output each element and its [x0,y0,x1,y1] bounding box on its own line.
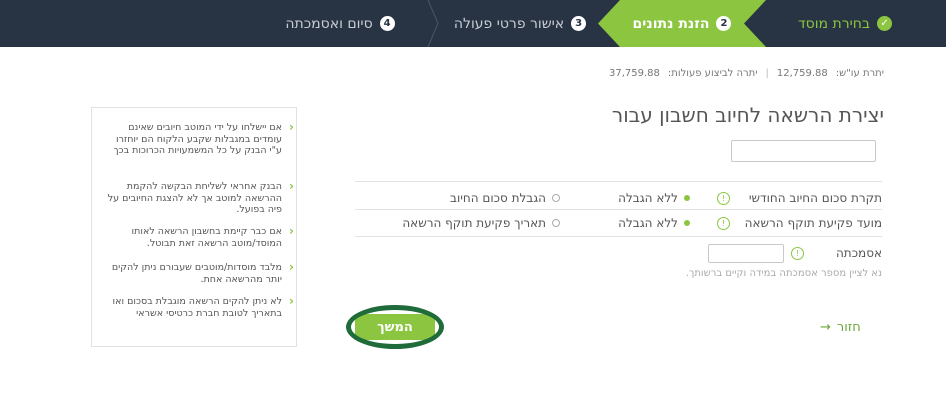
tip-item: ‹ מלבד מוסדות/מוטבים שעבורם ניתן להקים י… [106,261,294,285]
chevron-left-icon: ‹ [289,260,294,274]
radio-unselected-icon [552,194,560,202]
expiry-date-option[interactable]: תאריך פקיעת תוקף הרשאה [402,216,560,230]
reference-hint: נא לציין מספר אסמכתה במידה וקיים ברשותך. [685,268,882,279]
balance-label: יתרת עו"ש: [835,68,884,79]
reference-input[interactable] [708,244,784,263]
limit-amount-option[interactable]: הגבלת סכום החיוב [450,191,560,205]
chevron-left-icon: ‹ [289,120,294,134]
balances-line: יתרת עו"ש: 12,759.88 | יתרה לביצוע פעולו… [609,68,884,79]
info-icon[interactable]: ! [717,217,730,230]
divider [355,209,882,210]
tip-text: הבנק אחראי לשליחת הבקשה להקמת ההרשאה למו… [107,181,282,215]
balance-value: 12,759.88 [776,68,828,79]
available-value: 37,759.88 [609,68,660,79]
reference-label: אסמכתה [835,246,882,260]
divider [355,236,882,237]
tip-item: ‹ לא ניתן להקים הרשאה מוגבלת בסכום ואו ב… [106,295,294,319]
step-4-label: סיום ואסמכתה [285,15,373,32]
step-4-number: 4 [379,16,395,31]
info-icon[interactable]: ! [717,192,730,205]
separator: | [765,68,769,79]
radio-unselected-icon [552,219,560,227]
chevron-left-icon: ‹ [289,179,294,193]
no-expiry-option[interactable]: ללא הגבלה [618,216,690,230]
tip-text: אם כבר קיימת בחשבון הרשאה לאותו המוסד/מו… [131,226,282,249]
info-panel: ‹ אם יישלחו על ידי המוטב חיובים שאינם עו… [91,107,297,347]
step-4: 4 סיום ואסמכתה [255,0,425,47]
tip-text: לא ניתן להקים הרשאה מוגבלת בסכום ואו בתא… [112,296,282,319]
step-2-label: הזנת נתונים [632,15,710,32]
divider [355,181,882,182]
radio-selected-icon [684,195,690,201]
chevron-left-icon: ‹ [289,294,294,308]
no-expiry-label: ללא הגבלה [618,216,678,230]
step-3-number: 3 [571,16,587,31]
step-2-active: 2 הזנת נתונים [598,0,766,47]
expiry-date-option-label: תאריך פקיעת תוקף הרשאה [402,216,546,230]
back-button[interactable]: חזור → [820,320,861,335]
account-input[interactable] [731,140,876,162]
radio-selected-icon [684,220,690,226]
limit-amount-label: תקרת סכום החיוב החודשי [748,191,882,205]
chevron-left-icon: ‹ [289,224,294,238]
back-label: חזור [836,320,861,335]
step-separator-icon [427,0,439,47]
tip-text: אם יישלחו על ידי המוטב חיובים שאינם עומד… [113,122,282,156]
highlight-ring [346,305,444,349]
expiry-label: מועד פקיעת תוקף הרשאה [744,216,882,230]
tip-item: ‹ הבנק אחראי לשליחת הבקשה להקמת ההרשאה ל… [106,180,294,216]
no-limit-option[interactable]: ללא הגבלה [618,191,690,205]
step-2-number: 2 [716,16,731,31]
available-label: יתרה לביצוע פעולות: [667,68,758,79]
limit-amount-row: תקרת סכום החיוב החודשי ! ללא הגבלה הגבלת… [362,191,882,207]
tip-text: מלבד מוסדות/מוטבים שעבורם ניתן להקים יות… [111,262,282,285]
info-icon[interactable]: ! [791,247,804,260]
step-1-label: בחירת מוסד [798,15,870,32]
tip-item: ‹ אם כבר קיימת בחשבון הרשאה לאותו המוסד/… [106,225,294,249]
expiry-row: מועד פקיעת תוקף הרשאה ! ללא הגבלה תאריך … [362,216,882,232]
page-title: יצירת הרשאה לחיוב חשבון עבור [611,103,884,127]
tip-item: ‹ אם יישלחו על ידי המוטב חיובים שאינם עו… [106,121,294,157]
step-bar: 4 סיום ואסמכתה 3 אישור פרטי פעולה 2 הזנת… [0,0,946,47]
check-icon: ✓ [877,16,892,31]
step-1[interactable]: ✓ בחירת מוסד [770,0,920,47]
no-limit-label: ללא הגבלה [618,191,678,205]
limit-amount-option-label: הגבלת סכום החיוב [450,191,546,205]
step-3-label: אישור פרטי פעולה [453,15,565,32]
arrow-right-icon: → [820,320,831,335]
step-3: 3 אישור פרטי פעולה [440,0,600,47]
